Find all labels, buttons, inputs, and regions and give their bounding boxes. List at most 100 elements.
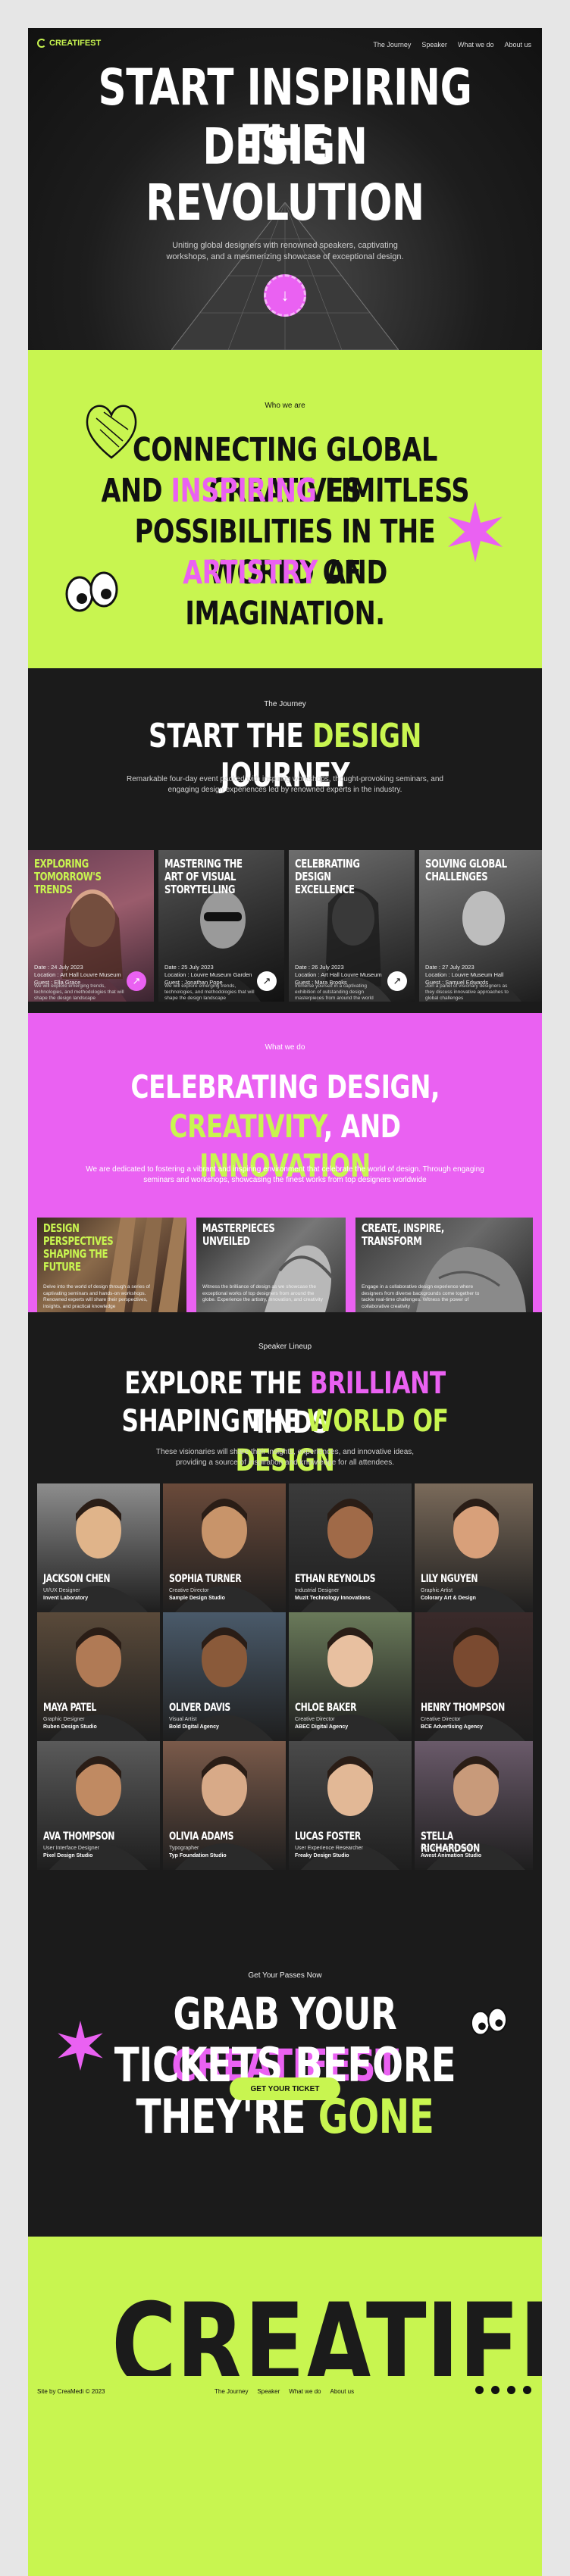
- speaker-company: Awest Animation Studio: [421, 1853, 482, 1859]
- star-burst-icon: [58, 2021, 103, 2071]
- speakers-subtitle: These visionaries will share their insig…: [155, 1448, 415, 1467]
- speaker-name: OLIVER DAVIS: [169, 1702, 230, 1714]
- speaker-card[interactable]: JACKSON CHEN UI/UX Designer Invent Laborat…: [37, 1483, 160, 1612]
- arrow-down-icon: ↓: [280, 286, 290, 305]
- footer-link-about-us[interactable]: About us: [330, 2388, 355, 2395]
- nav-link-journey[interactable]: The Journey: [373, 41, 411, 48]
- logo-icon: [37, 39, 46, 48]
- speaker-card[interactable]: STELLA RICHARDSON Motion Graphic Designer…: [415, 1741, 533, 1870]
- arrow-up-right-icon[interactable]: ↗: [257, 971, 277, 991]
- journey-card[interactable]: EXPLORING TOMORROW'S TRENDS Date : 24 Ju…: [28, 850, 154, 1002]
- arrow-up-right-icon[interactable]: ↗: [127, 971, 146, 991]
- what-card[interactable]: DESIGN PERSPECTIVES SHAPING THE FUTURE D…: [37, 1218, 186, 1312]
- page: CREATIFEST The Journey Speaker What we d…: [28, 28, 542, 2576]
- journey-card-desc: We will explore emerging trends, technol…: [34, 983, 124, 1001]
- footer-link-journey[interactable]: The Journey: [215, 2388, 248, 2395]
- speaker-role: Graphic Designer: [43, 1717, 85, 1722]
- what-card-desc: Engage in a collaborative design experie…: [362, 1284, 480, 1309]
- speaker-name: HENRY THOMPSON: [421, 1702, 505, 1714]
- speaker-role: Industrial Designer: [295, 1588, 340, 1593]
- journey-card-title: SOLVING GLOBAL CHALLENGES: [425, 857, 507, 883]
- footer-credit: Site by CreaMedi © 2023: [37, 2388, 105, 2395]
- speaker-card[interactable]: ETHAN REYNOLDS Industrial Designer Muzit T…: [289, 1483, 412, 1612]
- speaker-role: Motion Graphic Designer: [421, 1846, 480, 1851]
- hero-subtitle: Uniting global designers with renowned s…: [166, 241, 404, 261]
- speaker-company: Muzit Technology Innovations: [295, 1596, 371, 1601]
- tickets-section: Get Your Passes Now GRAB YOUR CREATIFEST…: [28, 1896, 542, 2237]
- speaker-name: JACKSON CHEN: [43, 1573, 111, 1585]
- journey-card[interactable]: SOLVING GLOBAL CHALLENGES Date : 27 July…: [419, 850, 542, 1002]
- instagram-icon[interactable]: [507, 2386, 515, 2394]
- journey-card[interactable]: CELEBRATING DESIGN EXCELLENCE Date : 26 …: [289, 850, 415, 1002]
- speaker-name: AVA THOMPSON: [43, 1830, 115, 1843]
- what-we-do-section: What we do CELEBRATING DESIGN, CREATIVIT…: [28, 1013, 542, 1312]
- speaker-card[interactable]: OLIVIA ADAMS Typographer Typ Foundation St…: [163, 1741, 286, 1870]
- speaker-company: Invent Laboratory: [43, 1596, 89, 1601]
- footer-link-what-we-do[interactable]: What we do: [289, 2388, 321, 2395]
- speaker-card[interactable]: MAYA PATEL Graphic Designer Ruben Design S…: [37, 1612, 160, 1741]
- what-card-title: DESIGN PERSPECTIVES SHAPING THE FUTURE: [43, 1221, 114, 1274]
- footer: CREATIFEST Site by CreaMedi © 2023 The J…: [28, 2237, 542, 2576]
- speaker-role: User Experience Researcher: [295, 1846, 363, 1851]
- speaker-role: Creative Director: [169, 1588, 209, 1593]
- top-nav: CREATIFEST The Journey Speaker What we d…: [28, 28, 542, 61]
- what-card-desc: Delve into the world of design through a…: [43, 1284, 150, 1309]
- journey-card-title: CELEBRATING DESIGN EXCELLENCE: [295, 857, 360, 896]
- speaker-card[interactable]: CHLOE BAKER Creative Director ABEC Digital…: [289, 1612, 412, 1741]
- footer-bar: Site by CreaMedi © 2023 The Journey Spea…: [28, 2376, 542, 2406]
- speaker-card[interactable]: LUCAS FOSTER User Experience Researcher Fr…: [289, 1741, 412, 1870]
- arrow-up-right-icon[interactable]: ↗: [387, 971, 407, 991]
- speaker-card[interactable]: SOPHIA TURNER Creative Director Sample Des…: [163, 1483, 286, 1612]
- nav-link-what-we-do[interactable]: What we do: [458, 41, 494, 48]
- journey-card-title: EXPLORING TOMORROW'S TRENDS: [34, 857, 102, 896]
- discord-icon[interactable]: [475, 2386, 484, 2394]
- facebook-icon[interactable]: [491, 2386, 500, 2394]
- speaker-name: LILY NGUYEN: [421, 1573, 478, 1585]
- speaker-card[interactable]: HENRY THOMPSON Creative Director BCE Adver…: [415, 1612, 533, 1741]
- who-highlight-inspiring: INSPIRING: [171, 472, 317, 510]
- who-we-are-section: Who we are CONNECTING GLOBAL CREATIVES A…: [28, 350, 542, 668]
- speaker-name: CHLOE BAKER: [295, 1702, 357, 1714]
- speaker-card[interactable]: AVA THOMPSON User Interface Designer Pixel…: [37, 1741, 160, 1870]
- what-title-line1: CELEBRATING DESIGN,: [130, 1068, 440, 1105]
- logo[interactable]: CREATIFEST: [37, 39, 101, 48]
- speaker-role: User Interface Designer: [43, 1846, 99, 1851]
- speaker-company: Typ Foundation Studio: [169, 1853, 227, 1859]
- journey-card-title: MASTERING THE ART OF VISUAL STORYTELLING: [164, 857, 243, 896]
- journey-card[interactable]: MASTERING THE ART OF VISUAL STORYTELLING…: [158, 850, 284, 1002]
- scroll-down-button[interactable]: ↓: [264, 274, 306, 317]
- speaker-company: ABEC Digital Agency: [295, 1724, 349, 1730]
- speaker-card[interactable]: OLIVER DAVIS Visual Artist Bold Digital Ag…: [163, 1612, 286, 1741]
- speaker-name: OLIVIA ADAMS: [169, 1830, 234, 1843]
- logo-text: CREATIFEST: [49, 39, 102, 48]
- speakers-eyebrow: Speaker Lineup: [258, 1343, 312, 1351]
- hero-title-line2: DESIGN REVOLUTION: [146, 117, 424, 232]
- what-card[interactable]: CREATE, INSPIRE, TRANSFORM Engage in a c…: [355, 1218, 533, 1312]
- what-card-desc: Witness the brilliance of design as we s…: [202, 1284, 323, 1302]
- nav-link-about-us[interactable]: About us: [504, 41, 531, 48]
- speaker-role: Creative Director: [421, 1717, 461, 1722]
- what-card-title: CREATE, INSPIRE, TRANSFORM: [362, 1221, 444, 1248]
- journey-section: The Journey START THE DESIGN JOURNEY Rem…: [28, 668, 542, 1013]
- nav-link-speaker[interactable]: Speaker: [421, 41, 447, 48]
- journey-subtitle: Remarkable four-day event packed with in…: [127, 775, 443, 794]
- footer-links: The Journey Speaker What we do About us: [215, 2388, 354, 2395]
- speaker-company: BCE Advertising Agency: [421, 1724, 483, 1730]
- speaker-role: UI/UX Designer: [43, 1588, 80, 1593]
- speaker-company: Freaky Design Studio: [295, 1853, 349, 1859]
- speaker-company: Ruben Design Studio: [43, 1724, 97, 1730]
- speaker-card[interactable]: LILY NGUYEN Graphic Artist Colorary Art & …: [415, 1483, 533, 1612]
- eyes-doodle-icon: [470, 2007, 508, 2036]
- journey-card-desc: Join a panel of visionary designers as t…: [425, 983, 509, 1001]
- speaker-company: Bold Digital Agency: [169, 1724, 219, 1730]
- tickets-eyebrow: Get Your Passes Now: [248, 1971, 322, 1980]
- speaker-company: Pixel Design Studio: [43, 1853, 93, 1859]
- nav-links: The Journey Speaker What we do About us: [373, 41, 531, 48]
- get-ticket-button[interactable]: GET YOUR TICKET: [230, 2077, 340, 2100]
- journey-eyebrow: The Journey: [264, 700, 306, 708]
- twitter-icon[interactable]: [523, 2386, 531, 2394]
- journey-card-desc: We will explore emerging trends, technol…: [164, 983, 255, 1001]
- what-card[interactable]: MASTERPIECES UNVEILED Witness the brilli…: [196, 1218, 346, 1312]
- speaker-name: SOPHIA TURNER: [169, 1573, 242, 1585]
- footer-link-speaker[interactable]: Speaker: [257, 2388, 280, 2395]
